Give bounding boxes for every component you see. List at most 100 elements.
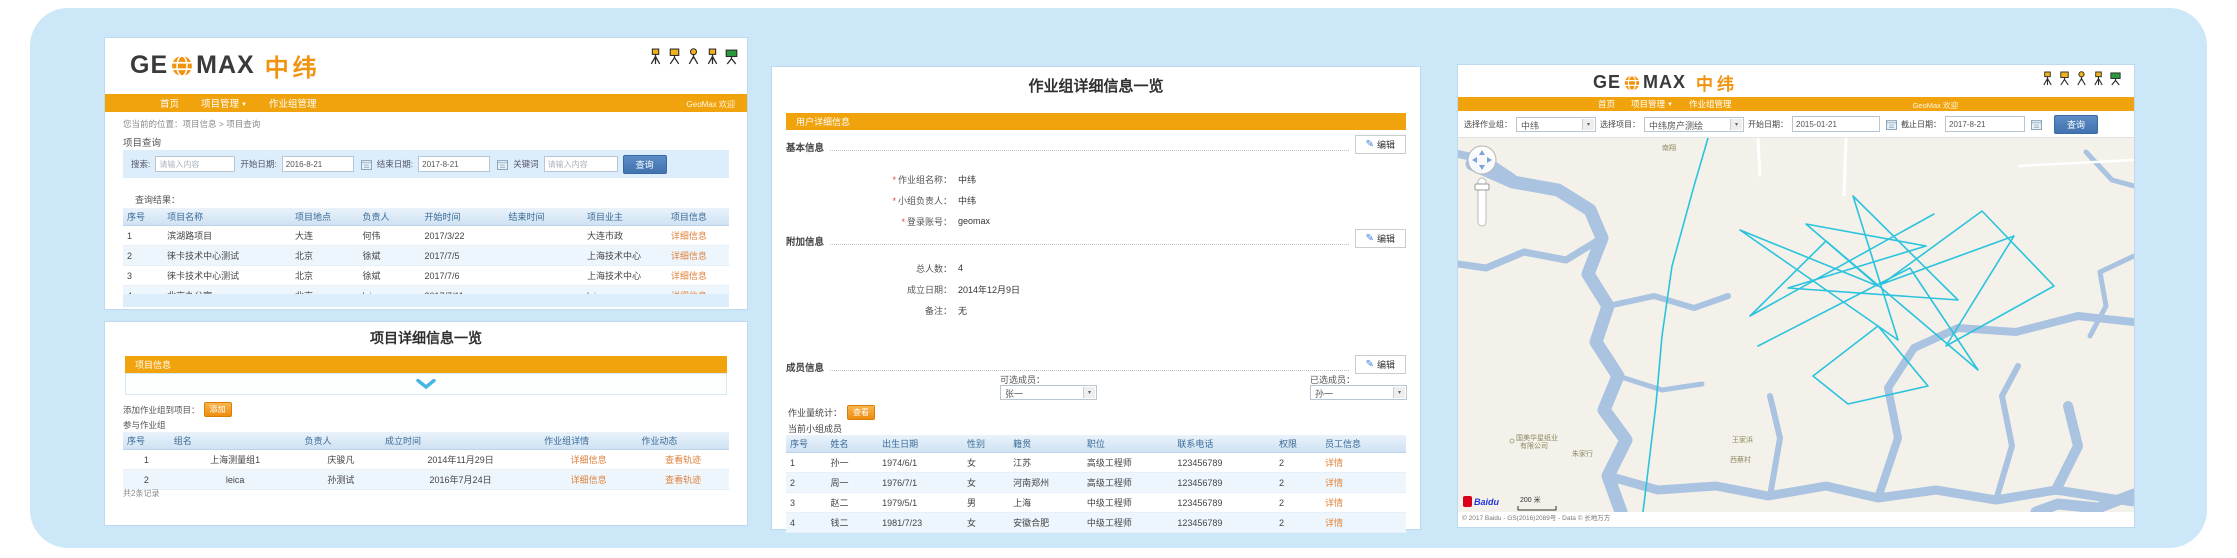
column-header: 项目信息 <box>667 208 729 226</box>
detail-link[interactable]: 详细信息 <box>571 455 607 465</box>
screenshot-canvas: GE MAX 中纬 首页 项目管理▼ 作业组管理 GeoMax 欢迎 您当前的位… <box>0 0 2237 558</box>
required-asterisk: * <box>892 196 896 206</box>
column-header: 员工信息 <box>1321 435 1406 453</box>
map-pan-control[interactable] <box>1468 146 1496 174</box>
available-members-select[interactable]: 张一 ▾ <box>1000 385 1097 400</box>
table-cell: 查看轨迹 <box>637 470 729 490</box>
project-search-bar: 搜索: 开始日期: 结束日期: 关键词 查询 <box>123 150 729 178</box>
detail-link[interactable]: 详细信息 <box>671 251 707 261</box>
field-remark: 备注： 无 <box>832 302 967 318</box>
calendar-icon[interactable] <box>497 159 508 170</box>
field-member-count: 总人数： 4 <box>832 260 963 276</box>
start-date-input[interactable] <box>282 156 354 172</box>
workgroup-select[interactable]: 中纬▾ <box>1516 117 1596 132</box>
nav-item-workgroup-management[interactable]: 作业组管理 <box>269 96 317 110</box>
edit-members-button[interactable]: ✎编辑 <box>1355 355 1406 374</box>
tag-input[interactable] <box>544 156 618 172</box>
nav-item-home[interactable]: 首页 <box>160 96 179 110</box>
record-count: 共2条记录 <box>123 488 159 499</box>
table-cell: 赵二 <box>826 493 878 513</box>
field-value: 无 <box>958 304 967 317</box>
map-view[interactable]: 南翔国美华星纸业有限公司朱家行王家浜西蔡村 Baidu <box>1458 138 2134 522</box>
column-header: 项目业主 <box>583 208 667 226</box>
nav-item-project-management[interactable]: 项目管理▼ <box>1631 98 1673 110</box>
end-date-input[interactable] <box>1945 116 2025 132</box>
search-input[interactable] <box>155 156 235 172</box>
table-cell: 详情 <box>1321 473 1406 493</box>
detail-link[interactable]: 详情 <box>1325 518 1343 528</box>
table-row: 2leica孙测试2016年7月24日详细信息查看轨迹 <box>123 470 729 490</box>
expand-collapse-box[interactable] <box>125 373 727 395</box>
table-cell: 1976/7/1 <box>878 473 963 493</box>
breadcrumb: 您当前的位置：项目信息 > 项目查询 <box>123 118 260 130</box>
detail-link[interactable]: 详细信息 <box>671 231 707 241</box>
baidu-logo: Baidu <box>1463 496 1500 507</box>
nav-item-workgroup-management[interactable]: 作业组管理 <box>1689 98 1732 110</box>
selected-members-select[interactable]: 孙一 ▾ <box>1310 385 1407 400</box>
column-header: 开始时间 <box>421 208 505 226</box>
table-header-row: 序号项目名称项目地点负责人开始时间结束时间项目业主项目信息 <box>123 208 729 226</box>
table-cell: 查看轨迹 <box>637 450 729 470</box>
survey-instrument-icon <box>2041 71 2054 86</box>
results-label: 查询结果： <box>135 193 180 206</box>
detail-link[interactable]: 查看轨迹 <box>665 475 701 485</box>
table-row: 1孙一1974/6/1女江苏高级工程师1234567892详情 <box>786 453 1406 473</box>
workload-stats-label: 作业量统计： <box>788 406 842 419</box>
column-header: 联系电话 <box>1173 435 1275 453</box>
detail-link[interactable]: 详情 <box>1325 498 1343 508</box>
detail-link[interactable]: 详细信息 <box>571 475 607 485</box>
edit-extra-button[interactable]: ✎编辑 <box>1355 229 1406 248</box>
chevron-down-icon: ▼ <box>1667 102 1673 108</box>
table-cell: 2017/7/6 <box>421 266 505 286</box>
end-date-input[interactable] <box>418 156 490 172</box>
detail-link[interactable]: 详细信息 <box>671 271 707 281</box>
map-place-label: 王家浜 <box>1732 435 1753 444</box>
table-cell: 1981/7/23 <box>878 513 963 533</box>
members-table: 序号姓名出生日期性别籍贯职位联系电话权限员工信息1孙一1974/6/1女江苏高级… <box>786 435 1406 533</box>
detail-link[interactable]: 详情 <box>1325 478 1343 488</box>
geomax-logo: GE MAX 中纬 <box>130 48 321 83</box>
workload-stats-button[interactable]: 查看 <box>847 405 875 420</box>
table-cell <box>504 226 582 246</box>
workload-stats-row: 作业量统计： 查看 <box>788 405 875 420</box>
section-bar-project-info: 项目信息 <box>125 356 727 373</box>
extra-info-section-header: 附加信息 ✎编辑 <box>786 229 1406 248</box>
add-workgroup-button[interactable]: 添加 <box>204 402 232 417</box>
table-cell: 2017/3/22 <box>421 226 505 246</box>
logo-text-max: MAX <box>1643 72 1686 93</box>
table-cell: 徕卡技术中心测试 <box>163 266 291 286</box>
table-cell: 女 <box>963 513 1009 533</box>
table-cell: 详细信息 <box>667 266 729 286</box>
table-cell <box>504 266 582 286</box>
table-cell: 详细信息 <box>667 226 729 246</box>
field-founded-date: 成立日期： 2014年12月9日 <box>832 281 1020 297</box>
projects-page-panel: GE MAX 中纬 首页 项目管理▼ 作业组管理 GeoMax 欢迎 您当前的位… <box>105 38 747 309</box>
track-filter-bar: 选择作业组： 中纬▾ 选择项目： 中纬房产测绘▾ 开始日期： 截止日期： 查询 <box>1458 111 2134 138</box>
edit-basic-button[interactable]: ✎编辑 <box>1355 135 1406 154</box>
table-cell: 2016年7月24日 <box>381 470 540 490</box>
track-map-panel: GE MAX 中纬 首页 项目管理▼ 作业组管理 GeoMax 欢迎 选择作业组… <box>1458 65 2134 527</box>
table-row: 1上海测量组1庆骏凡2014年11月29日详细信息查看轨迹 <box>123 450 729 470</box>
search-button[interactable]: 查询 <box>623 155 667 174</box>
table-cell: 大连 <box>291 226 359 246</box>
page-title: 作业组详细信息一览 <box>772 75 1420 96</box>
detail-link[interactable]: 查看轨迹 <box>665 455 701 465</box>
table-cell: 2 <box>1275 513 1321 533</box>
table-cell: 2 <box>786 473 826 493</box>
nav-item-home[interactable]: 首页 <box>1598 98 1615 110</box>
chevron-down-icon[interactable] <box>416 379 436 389</box>
calendar-icon[interactable] <box>1886 119 1897 130</box>
table-cell: 徐斌 <box>358 266 420 286</box>
project-select[interactable]: 中纬房产测绘▾ <box>1644 117 1744 132</box>
table-cell: 河南郑州 <box>1009 473 1083 493</box>
calendar-icon[interactable] <box>2031 119 2042 130</box>
table-cell: 江苏 <box>1009 453 1083 473</box>
column-header: 序号 <box>786 435 826 453</box>
map-search-button[interactable]: 查询 <box>2054 115 2098 134</box>
calendar-icon[interactable] <box>361 159 372 170</box>
table-cell: 女 <box>963 473 1009 493</box>
detail-link[interactable]: 详情 <box>1325 458 1343 468</box>
start-date-input[interactable] <box>1792 116 1880 132</box>
field-value: 中纬 <box>958 194 976 207</box>
nav-item-project-management[interactable]: 项目管理▼ <box>201 96 247 110</box>
